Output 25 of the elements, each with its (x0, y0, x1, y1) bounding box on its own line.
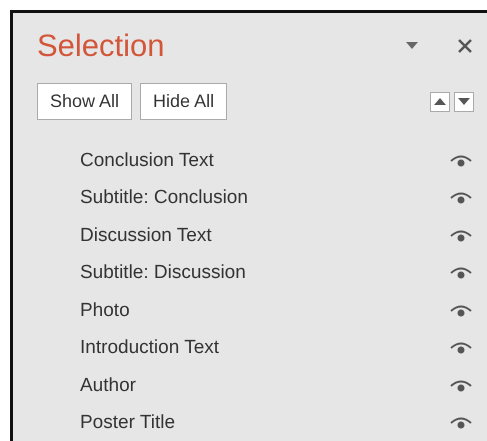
send-backward-button[interactable] (454, 92, 474, 112)
dropdown-caret-icon[interactable] (406, 42, 418, 50)
pane-title: Selection (37, 28, 166, 64)
up-triangle-icon (434, 98, 446, 105)
close-icon[interactable] (458, 39, 472, 53)
eye-icon[interactable] (450, 191, 472, 206)
eye-icon[interactable] (450, 416, 472, 430)
object-name[interactable]: Subtitle: Conclusion (80, 187, 450, 210)
object-name[interactable]: Poster Title (80, 412, 450, 434)
eye-icon[interactable] (450, 228, 472, 243)
object-name[interactable]: Subtitle: Discussion (80, 262, 450, 284)
object-name[interactable]: Conclusion Text (80, 150, 450, 172)
object-name[interactable]: Introduction Text (80, 337, 450, 360)
eye-icon[interactable] (450, 341, 472, 356)
pane-button[interactable]: Show All (37, 83, 132, 120)
eye-icon[interactable] (450, 378, 472, 393)
object-name[interactable]: Photo (80, 300, 450, 322)
object-name[interactable]: Author (80, 374, 450, 397)
eye-icon[interactable] (450, 304, 472, 318)
object-name[interactable]: Discussion Text (80, 224, 450, 247)
eye-icon[interactable] (450, 154, 472, 168)
bring-forward-button[interactable] (430, 92, 450, 112)
pane-button[interactable]: Hide All (140, 83, 228, 120)
down-triangle-icon (458, 98, 470, 105)
eye-icon[interactable] (450, 266, 472, 280)
